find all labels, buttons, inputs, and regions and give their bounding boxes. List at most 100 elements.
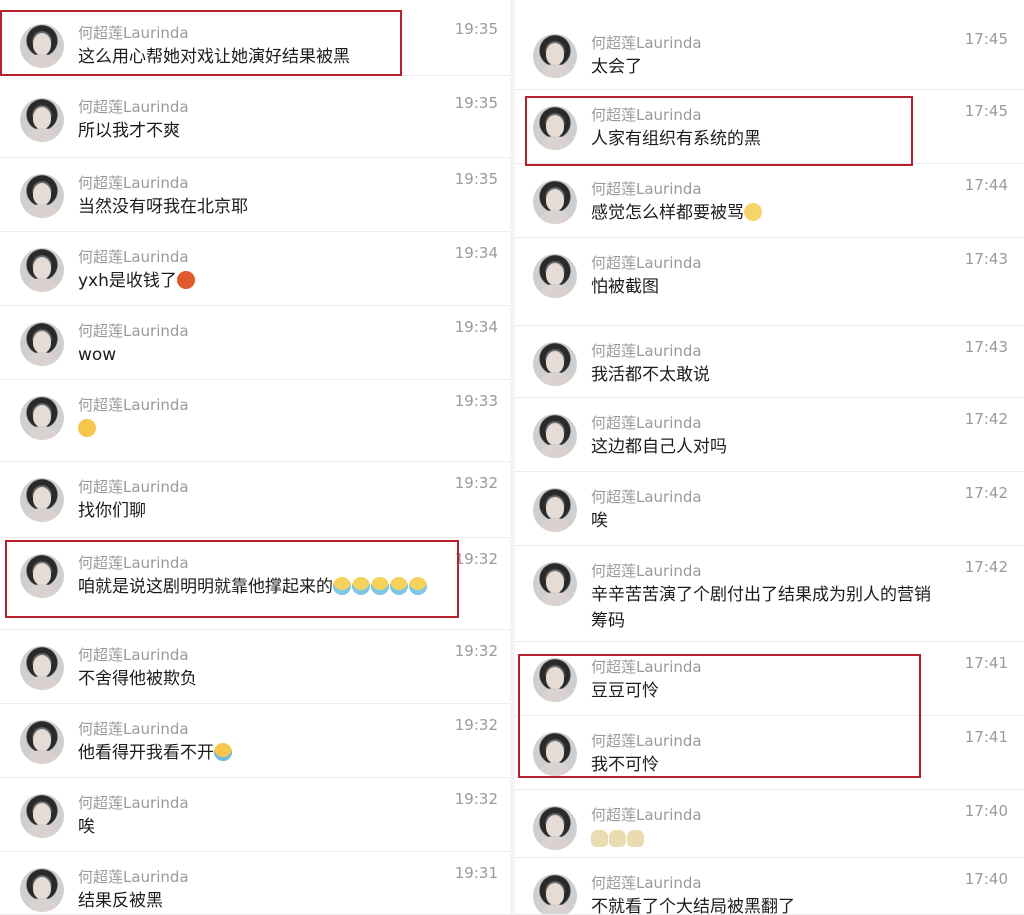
chat-message-row[interactable]: 何超莲Laurinda 17:44 感觉怎么样都要被骂 bbox=[515, 164, 1024, 238]
highlight-box bbox=[5, 540, 459, 618]
message-text-content: 辛辛苦苦演了个剧付出了结果成为别人的营销筹码 bbox=[591, 585, 931, 631]
chat-column-left: 何超莲Laurinda 19:35 这么用心帮她对戏让她演好结果被黑 何超莲Lauri… bbox=[0, 0, 510, 915]
sender-name: 何超莲Laurinda bbox=[78, 646, 189, 664]
message-text: 找你们聊 bbox=[78, 498, 146, 524]
chat-message-row[interactable]: 何超莲Laurinda 19:35 当然没有呀我在北京耶 bbox=[0, 158, 510, 232]
message-text-content: 找你们聊 bbox=[78, 501, 146, 521]
sender-name: 何超莲Laurinda bbox=[591, 180, 702, 198]
chat-message-row[interactable]: 何超莲Laurinda 19:34 yxh是收钱了 bbox=[0, 232, 510, 306]
sender-name: 何超莲Laurinda bbox=[591, 562, 702, 580]
chat-message-row[interactable]: 何超莲Laurinda 17:42 这边都自己人对吗 bbox=[515, 398, 1024, 472]
message-text: wow bbox=[78, 342, 116, 368]
avatar[interactable] bbox=[533, 414, 577, 458]
sweat-emoji bbox=[78, 419, 96, 437]
chat-message-row[interactable]: 何超莲Laurinda 19:33 bbox=[0, 380, 510, 462]
message-text-content: wow bbox=[78, 345, 117, 365]
avatar[interactable] bbox=[533, 806, 577, 850]
sender-name: 何超莲Laurinda bbox=[591, 34, 702, 52]
laughing-tears-emoji bbox=[214, 743, 232, 761]
chat-message-row[interactable]: 何超莲Laurinda 17:43 我活都不太敢说 bbox=[515, 326, 1024, 398]
message-time: 19:32 bbox=[454, 550, 498, 568]
message-text: 怕被截图 bbox=[591, 274, 659, 300]
chat-message-row[interactable]: 何超莲Laurinda 17:43 怕被截图 bbox=[515, 238, 1024, 326]
message-text-content: 结果反被黑 bbox=[78, 891, 163, 911]
avatar[interactable] bbox=[20, 868, 64, 912]
message-time: 17:40 bbox=[964, 802, 1008, 820]
message-text-content: 太会了 bbox=[591, 57, 642, 77]
sender-name: 何超莲Laurinda bbox=[78, 794, 189, 812]
avatar[interactable] bbox=[533, 342, 577, 386]
message-text-content: 这边都自己人对吗 bbox=[591, 437, 727, 457]
sender-name: 何超莲Laurinda bbox=[78, 868, 189, 886]
chat-message-row[interactable]: 何超莲Laurinda 19:32 唉 bbox=[0, 778, 510, 852]
avatar[interactable] bbox=[20, 98, 64, 142]
message-time: 17:44 bbox=[964, 176, 1008, 194]
message-time: 17:42 bbox=[964, 484, 1008, 502]
avatar[interactable] bbox=[533, 34, 577, 78]
message-time: 19:34 bbox=[454, 244, 498, 262]
message-text: 不就看了个大结局被黑翻了 bbox=[591, 894, 795, 915]
avatar[interactable] bbox=[533, 562, 577, 606]
sender-name: 何超莲Laurinda bbox=[591, 342, 702, 360]
message-time: 19:35 bbox=[454, 170, 498, 188]
message-time: 19:31 bbox=[454, 864, 498, 882]
avatar[interactable] bbox=[20, 322, 64, 366]
sender-name: 何超莲Laurinda bbox=[591, 254, 702, 272]
chat-message-row[interactable]: 何超莲Laurinda 19:31 结果反被黑 bbox=[0, 852, 510, 915]
sender-name: 何超莲Laurinda bbox=[591, 488, 702, 506]
avatar[interactable] bbox=[533, 254, 577, 298]
message-text-content: 我活都不太敢说 bbox=[591, 365, 710, 385]
message-time: 19:32 bbox=[454, 790, 498, 808]
message-time: 19:35 bbox=[454, 20, 498, 38]
message-time: 19:32 bbox=[454, 716, 498, 734]
avatar[interactable] bbox=[20, 248, 64, 292]
chat-message-row[interactable]: 何超莲Laurinda 19:35 所以我才不爽 bbox=[0, 82, 510, 158]
sender-name: 何超莲Laurinda bbox=[591, 806, 702, 824]
chat-message-row[interactable]: 何超莲Laurinda 19:32 不舍得他被欺负 bbox=[0, 630, 510, 704]
avatar[interactable] bbox=[533, 874, 577, 915]
avatar[interactable] bbox=[20, 396, 64, 440]
message-time: 17:45 bbox=[964, 30, 1008, 48]
message-text: 唉 bbox=[591, 508, 608, 534]
avatar[interactable] bbox=[533, 488, 577, 532]
avatar[interactable] bbox=[20, 794, 64, 838]
avatar[interactable] bbox=[20, 478, 64, 522]
message-text: 结果反被黑 bbox=[78, 888, 163, 914]
chat-message-row[interactable]: 何超莲Laurinda 17:40 不就看了个大结局被黑翻了 bbox=[515, 858, 1024, 915]
message-text: 他看得开我看不开 bbox=[78, 740, 233, 766]
message-time: 17:43 bbox=[964, 250, 1008, 268]
skull-emoji bbox=[591, 830, 608, 847]
sender-name: 何超莲Laurinda bbox=[78, 322, 189, 340]
message-text-content: 唉 bbox=[591, 511, 608, 531]
avatar[interactable] bbox=[533, 180, 577, 224]
avatar[interactable] bbox=[20, 174, 64, 218]
sender-name: 何超莲Laurinda bbox=[78, 396, 189, 414]
message-text bbox=[591, 826, 645, 852]
avatar[interactable] bbox=[20, 646, 64, 690]
message-text-content: 所以我才不爽 bbox=[78, 121, 180, 141]
chat-message-row[interactable]: 何超莲Laurinda 19:34 wow bbox=[0, 306, 510, 380]
highlight-box bbox=[0, 10, 402, 76]
sender-name: 何超莲Laurinda bbox=[78, 248, 189, 266]
message-text-content: 唉 bbox=[78, 817, 95, 837]
sender-name: 何超莲Laurinda bbox=[78, 478, 189, 496]
chat-message-row[interactable]: 何超莲Laurinda 19:32 他看得开我看不开 bbox=[0, 704, 510, 778]
message-time: 19:32 bbox=[454, 642, 498, 660]
message-text bbox=[78, 416, 97, 442]
sender-name: 何超莲Laurinda bbox=[78, 174, 189, 192]
chat-message-row[interactable]: 何超莲Laurinda 17:42 辛辛苦苦演了个剧付出了结果成为别人的营销筹码 bbox=[515, 546, 1024, 642]
message-text-content: 不舍得他被欺负 bbox=[78, 669, 197, 689]
chat-message-row[interactable]: 何超莲Laurinda 17:40 bbox=[515, 790, 1024, 858]
skull-emoji bbox=[627, 830, 644, 847]
message-time: 19:32 bbox=[454, 474, 498, 492]
money-bag-emoji bbox=[176, 271, 195, 289]
chat-message-row[interactable]: 何超莲Laurinda 17:42 唉 bbox=[515, 472, 1024, 546]
message-text: 唉 bbox=[78, 814, 95, 840]
message-time: 17:42 bbox=[964, 558, 1008, 576]
chat-message-row[interactable]: 何超莲Laurinda 19:32 找你们聊 bbox=[0, 462, 510, 538]
chat-message-row[interactable]: 何超莲Laurinda 17:45 太会了 bbox=[515, 18, 1024, 90]
message-text: yxh是收钱了 bbox=[78, 268, 196, 294]
message-text: 当然没有呀我在北京耶 bbox=[78, 194, 248, 220]
message-text-content: 怕被截图 bbox=[591, 277, 659, 297]
avatar[interactable] bbox=[20, 720, 64, 764]
